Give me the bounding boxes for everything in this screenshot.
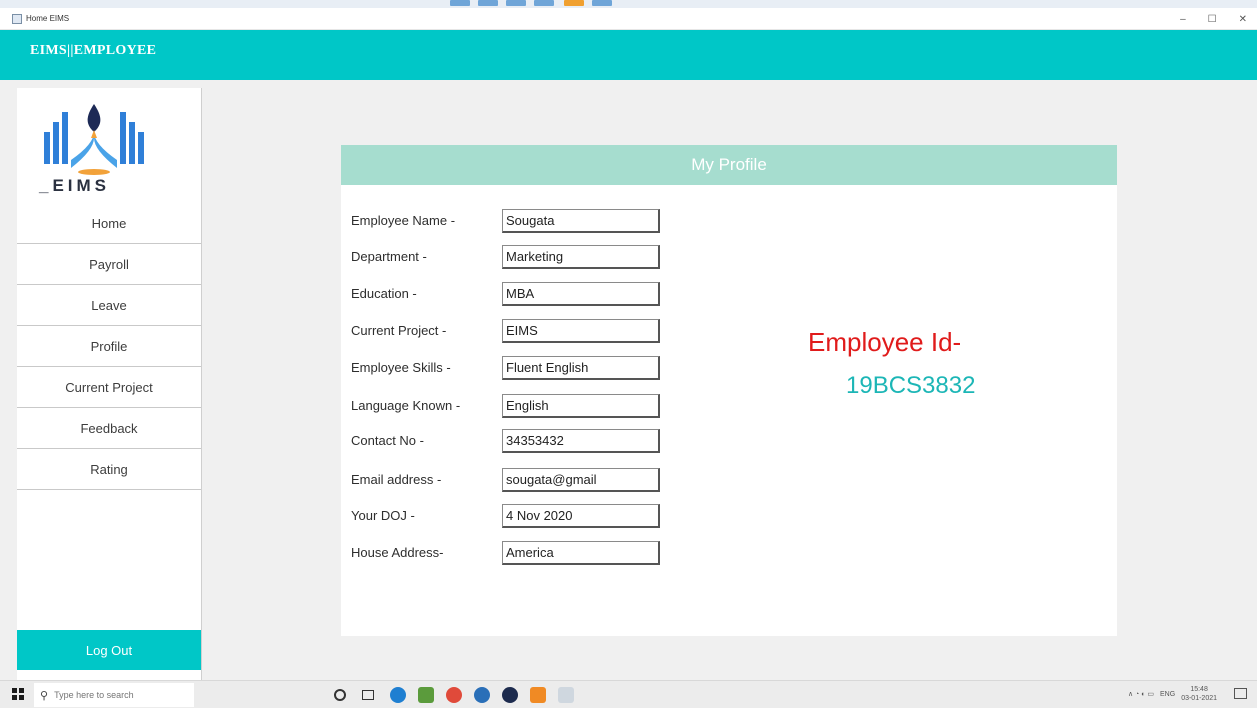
profile-card-title: My Profile [341, 145, 1117, 185]
book-flame-logo-icon [44, 104, 144, 175]
clock[interactable]: 15:48 03-01-2021 [1181, 685, 1217, 703]
eims-logo: _EIMS [39, 98, 159, 198]
windows-taskbar: ⚲ ∧ ◔ ◐ ▭ ENG 15:48 03-01-2021 [0, 680, 1257, 708]
sidebar-item-payroll[interactable]: Payroll [17, 245, 201, 285]
toolbar-icon [450, 0, 470, 6]
field-row-doj: Your DOJ - [351, 504, 681, 528]
field-label: Your DOJ - [351, 508, 415, 523]
field-label: Education - [351, 286, 417, 301]
app-icon[interactable] [474, 687, 490, 703]
app-icon[interactable] [502, 687, 518, 703]
field-row-current-project: Current Project - [351, 319, 681, 343]
search-icon: ⚲ [40, 689, 49, 702]
brand-title: EIMS||EMPLOYEE [30, 43, 157, 58]
system-tray: ∧ ◔ ◐ ▭ ENG 15:48 03-01-2021 [1128, 685, 1217, 703]
field-row-department: Department - [351, 245, 681, 269]
sidebar-item-feedback[interactable]: Feedback [17, 409, 201, 449]
field-row-education: Education - [351, 282, 681, 306]
language-known-field[interactable] [502, 394, 660, 418]
chrome-icon[interactable] [446, 687, 462, 703]
taskbar-search[interactable]: ⚲ [34, 683, 194, 707]
field-label: Employee Skills - [351, 360, 451, 375]
sidebar-item-home[interactable]: Home [17, 204, 201, 244]
sidebar-item-current-project[interactable]: Current Project [17, 368, 201, 408]
employee-name-field[interactable] [502, 209, 660, 233]
field-row-employee-name: Employee Name - [351, 209, 681, 233]
logo-wordmark: _EIMS [39, 176, 111, 195]
email-address-field[interactable] [502, 468, 660, 492]
field-label: Contact No - [351, 433, 424, 448]
doj-field[interactable] [502, 504, 660, 528]
toolbar-icon [478, 0, 498, 6]
minimize-button[interactable]: – [1180, 14, 1186, 25]
house-address-field[interactable] [502, 541, 660, 565]
maximize-button[interactable]: ☐ [1208, 14, 1217, 25]
field-label: Department - [351, 249, 427, 264]
sidebar-item-leave[interactable]: Leave [17, 286, 201, 326]
tray-language[interactable]: ENG [1160, 691, 1175, 698]
current-project-field[interactable] [502, 319, 660, 343]
browser-toolbar-remnant [0, 0, 1257, 8]
education-field[interactable] [502, 282, 660, 306]
employee-id-label: Employee Id- [808, 327, 962, 357]
edge-icon[interactable] [390, 687, 406, 703]
profile-card: My Profile Employee Name - Department - … [341, 145, 1117, 636]
cortana-icon[interactable] [334, 689, 346, 701]
clock-time: 15:48 [1190, 686, 1208, 693]
task-view-icon[interactable] [362, 690, 374, 700]
clock-date: 03-01-2021 [1181, 695, 1217, 702]
field-label: Current Project - [351, 323, 447, 338]
notification-icon[interactable] [1234, 688, 1247, 699]
toolbar-icon [592, 0, 612, 6]
java-app-icon[interactable] [558, 687, 574, 703]
field-label: Language Known - [351, 398, 461, 413]
employee-id-value: 19BCS3832 [846, 372, 976, 399]
contact-no-field[interactable] [502, 429, 660, 453]
field-label: Email address - [351, 472, 442, 487]
tray-icons[interactable]: ∧ ◔ ◐ ▭ [1128, 690, 1154, 698]
app-icon[interactable] [530, 687, 546, 703]
windows-start-icon[interactable] [12, 688, 24, 700]
field-label: Employee Name - [351, 213, 456, 228]
toolbar-icon [534, 0, 554, 6]
app-icon[interactable] [418, 687, 434, 703]
field-row-employee-skills: Employee Skills - [351, 356, 681, 380]
logout-button[interactable]: Log Out [17, 630, 201, 670]
field-row-email-address: Email address - [351, 468, 681, 492]
field-row-house-address: House Address- [351, 541, 681, 565]
close-button[interactable]: ✕ [1239, 14, 1247, 25]
department-field[interactable] [502, 245, 660, 269]
toolbar-icon [564, 0, 584, 6]
taskbar-search-input[interactable] [54, 690, 185, 700]
field-row-language-known: Language Known - [351, 394, 681, 418]
java-app-icon [12, 13, 22, 24]
sidebar-item-profile[interactable]: Profile [17, 327, 201, 367]
sidebar: _EIMS Home Payroll Leave Profile Current… [17, 88, 202, 680]
employee-skills-field[interactable] [502, 356, 660, 380]
sidebar-item-rating[interactable]: Rating [17, 450, 201, 490]
window-title: Home EIMS [26, 14, 70, 23]
window-titlebar: Home EIMS – ☐ ✕ [0, 8, 1257, 30]
field-label: House Address- [351, 545, 444, 560]
toolbar-icon [506, 0, 526, 6]
app-header: EIMS||EMPLOYEE [0, 30, 1257, 80]
field-row-contact-no: Contact No - [351, 429, 681, 453]
